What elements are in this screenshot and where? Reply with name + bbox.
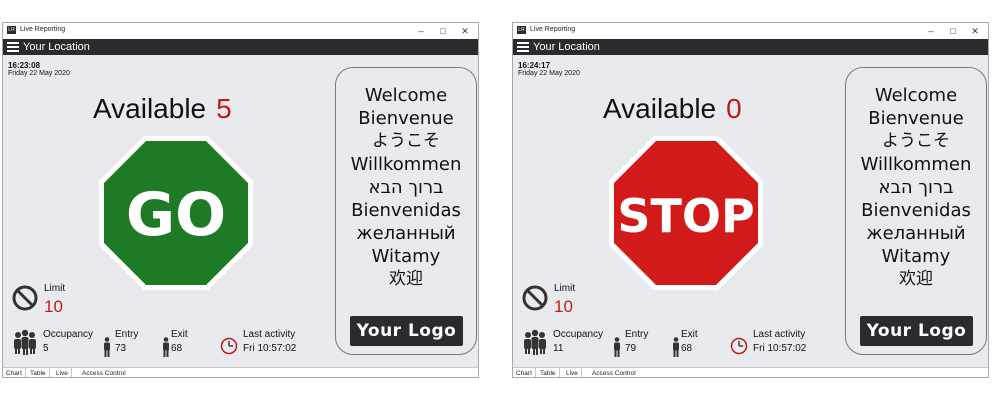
greeting-french: Bienvenue — [358, 108, 454, 129]
tab-table[interactable]: Table — [537, 368, 560, 377]
app-window-stop: LR Live Reporting – □ ✕ Your Location 16… — [512, 22, 989, 378]
occupancy-label: Occupancy — [553, 329, 604, 340]
people-group-icon — [14, 329, 36, 355]
bottom-tab-bar: Chart Table Live Access Control — [513, 367, 988, 377]
welcome-panel: Welcome Bienvenue ようこそ Willkommen ברוך ה… — [845, 67, 987, 355]
sign-text: GO — [126, 180, 226, 250]
exit-value: 68 — [171, 343, 183, 354]
clock-icon — [730, 337, 748, 355]
tab-table[interactable]: Table — [27, 368, 50, 377]
occupancy-label: Occupancy — [43, 329, 94, 340]
hamburger-menu-icon[interactable] — [517, 42, 529, 52]
greeting-german: Willkommen — [860, 154, 972, 175]
greeting-japanese: ようこそ — [372, 131, 440, 151]
greeting-english: Welcome — [364, 85, 448, 106]
stop-sign: STOP — [609, 136, 763, 290]
greeting-german: Willkommen — [350, 154, 462, 175]
app-window-go: LR Live Reporting – □ ✕ Your Location 16… — [2, 22, 479, 378]
occupancy-value: 11 — [553, 343, 564, 354]
last-activity-value: Fri 10:57:02 — [753, 343, 807, 354]
last-activity-value: Fri 10:57:02 — [243, 343, 297, 354]
title-bar: LR Live Reporting – □ ✕ — [3, 23, 478, 39]
location-title: Your Location — [533, 41, 600, 53]
current-time: 16:24:17 — [518, 61, 551, 70]
window-title: Live Reporting — [530, 26, 576, 33]
app-header: Your Location — [513, 39, 988, 55]
greeting-polish: Witamy — [371, 246, 441, 267]
last-activity-label: Last activity — [243, 329, 296, 340]
entry-label: Entry — [115, 329, 139, 340]
clock-icon — [220, 337, 238, 355]
availability-heading: Available 5 — [93, 93, 232, 125]
people-group-icon — [524, 329, 546, 355]
app-header: Your Location — [3, 39, 478, 55]
prohibited-icon — [12, 285, 38, 311]
exit-person-icon — [673, 337, 679, 357]
exit-value: 68 — [681, 343, 693, 354]
greeting-polish: Witamy — [881, 246, 951, 267]
greeting-spanish: Bienvenidas — [351, 200, 461, 221]
title-bar: LR Live Reporting – □ ✕ — [513, 23, 988, 39]
welcome-panel: Welcome Bienvenue ようこそ Willkommen ברוך ה… — [335, 67, 477, 355]
go-sign: GO — [99, 136, 253, 290]
app-icon: LR — [517, 26, 526, 34]
maximize-button[interactable]: □ — [432, 23, 454, 39]
tab-live[interactable]: Live — [563, 368, 582, 377]
occupancy-value: 5 — [43, 343, 49, 354]
exit-person-icon — [163, 337, 169, 357]
tab-chart[interactable]: Chart — [513, 368, 536, 377]
available-count: 0 — [726, 93, 742, 124]
close-button[interactable]: ✕ — [454, 23, 476, 39]
exit-label: Exit — [171, 329, 188, 340]
hamburger-menu-icon[interactable] — [7, 42, 19, 52]
tab-access-control[interactable]: Access Control — [589, 368, 639, 377]
app-icon: LR — [7, 26, 16, 34]
greeting-russian: желанный — [356, 223, 456, 244]
limit-label: Limit — [44, 283, 66, 294]
available-count: 5 — [216, 93, 232, 124]
entry-label: Entry — [625, 329, 649, 340]
entry-value: 73 — [115, 343, 127, 354]
greeting-hebrew: ברוך הבא — [878, 177, 954, 198]
availability-heading: Available 0 — [603, 93, 742, 125]
last-activity-label: Last activity — [753, 329, 806, 340]
greeting-french: Bienvenue — [868, 108, 964, 129]
entry-person-icon — [104, 337, 110, 357]
minimize-button[interactable]: – — [920, 23, 942, 39]
your-logo-button[interactable]: Your Logo — [350, 316, 463, 346]
greeting-english: Welcome — [874, 85, 958, 106]
current-date: Friday 22 May 2020 — [8, 70, 70, 77]
greeting-chinese: 欢迎 — [389, 269, 423, 289]
window-title: Live Reporting — [20, 26, 66, 33]
entry-value: 79 — [625, 343, 637, 354]
greeting-russian: желанный — [866, 223, 966, 244]
location-title: Your Location — [23, 41, 90, 53]
tab-live[interactable]: Live — [53, 368, 72, 377]
minimize-button[interactable]: – — [410, 23, 432, 39]
limit-value: 10 — [44, 297, 63, 316]
available-label: Available — [93, 93, 207, 124]
tab-chart[interactable]: Chart — [3, 368, 26, 377]
prohibited-icon — [522, 285, 548, 311]
greeting-japanese: ようこそ — [882, 131, 950, 151]
current-time: 16:23:08 — [8, 61, 41, 70]
maximize-button[interactable]: □ — [942, 23, 964, 39]
sign-text: STOP — [617, 189, 754, 243]
entry-person-icon — [614, 337, 620, 357]
current-date: Friday 22 May 2020 — [518, 70, 580, 77]
your-logo-button[interactable]: Your Logo — [860, 316, 973, 346]
limit-label: Limit — [554, 283, 576, 294]
greeting-spanish: Bienvenidas — [861, 200, 971, 221]
greetings-list: Welcome Bienvenue ようこそ Willkommen ברוך ה… — [846, 84, 986, 291]
close-button[interactable]: ✕ — [964, 23, 986, 39]
greeting-hebrew: ברוך הבא — [368, 177, 444, 198]
exit-label: Exit — [681, 329, 698, 340]
bottom-tab-bar: Chart Table Live Access Control — [3, 367, 478, 377]
available-label: Available — [603, 93, 717, 124]
tab-access-control[interactable]: Access Control — [79, 368, 129, 377]
limit-value: 10 — [554, 297, 573, 316]
greetings-list: Welcome Bienvenue ようこそ Willkommen ברוך ה… — [336, 84, 476, 291]
greeting-chinese: 欢迎 — [899, 269, 933, 289]
